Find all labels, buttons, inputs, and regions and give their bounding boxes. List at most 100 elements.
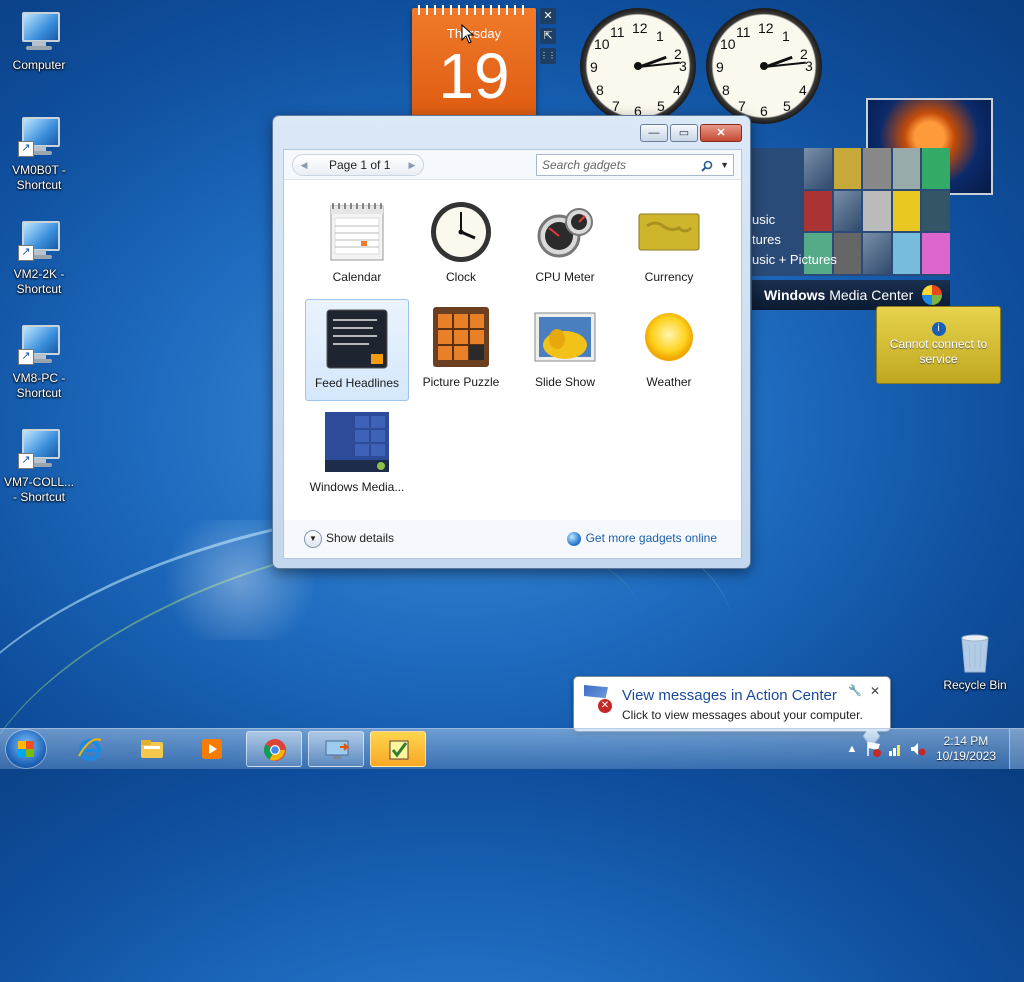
notification-text: Click to view messages about your comput… (622, 708, 863, 722)
gadget-currency[interactable]: Currency (617, 194, 721, 296)
brand-rest: Media Center (825, 287, 914, 303)
close-button[interactable]: ✕ (700, 124, 742, 142)
currency-error-text: Cannot connect to service (889, 337, 988, 366)
checklist-icon (389, 740, 409, 760)
gadget-label: Windows Media... (309, 480, 405, 494)
taskbar-internet-explorer[interactable] (62, 731, 118, 767)
search-icon[interactable] (701, 155, 713, 175)
media-menu-item[interactable]: tures (752, 230, 837, 250)
show-desktop-button[interactable] (1009, 729, 1024, 769)
gadget-close-button[interactable]: ✕ (540, 8, 556, 24)
gadget-label: CPU Meter (535, 270, 595, 284)
taskbar-remote-desktop[interactable] (308, 731, 364, 767)
clock-date: 10/19/2023 (935, 749, 996, 763)
media-menu-item[interactable]: usic (752, 210, 837, 230)
search-placeholder: Search gadgets (542, 158, 627, 172)
computer-icon (16, 10, 62, 54)
shortcut-computer-icon: ↗ (16, 115, 62, 159)
taskbar-chrome[interactable] (246, 731, 302, 767)
wrench-icon[interactable]: 🔧 (848, 684, 862, 697)
window-caption-buttons: — ▭ ✕ (640, 124, 742, 142)
desktop-icon-label: VM7-COLL... - Shortcut (3, 475, 75, 504)
desktop-icon-recycle-bin[interactable]: Recycle Bin (937, 630, 1013, 693)
show-details-button[interactable]: ▼ Show details (304, 529, 394, 548)
media-menu: usic tures usic + Pictures (752, 210, 837, 270)
gadget-cpu-meter[interactable]: CPU Meter (513, 194, 617, 296)
shortcut-computer-icon: ↗ (16, 323, 62, 367)
desktop-icon-label: VM2-2K - Shortcut (13, 267, 65, 296)
minimize-button[interactable]: — (640, 124, 668, 142)
gadget-label: Weather (646, 375, 692, 389)
media-center-icon (325, 410, 389, 474)
gadget-clock[interactable]: Clock (409, 194, 513, 296)
slide-show-icon (533, 305, 597, 369)
windows-logo-icon (18, 741, 34, 757)
clock-gadget[interactable]: 12 1 2 345 678 9 10 11 (706, 8, 822, 124)
gadget-label: Feed Headlines (314, 376, 400, 390)
gadget-label: Calendar (332, 270, 382, 284)
get-more-gadgets-link[interactable]: Get more gadgets online (566, 529, 717, 547)
currency-gadget[interactable]: i Cannot connect to service (876, 306, 1001, 384)
show-hidden-icons-icon[interactable]: ▲ (844, 741, 860, 757)
chrome-icon (264, 739, 286, 761)
chevron-down-icon: ▼ (304, 529, 322, 548)
gadget-calendar[interactable]: Calendar (305, 194, 409, 296)
media-menu-item[interactable]: usic + Pictures (752, 250, 837, 270)
desktop-icon-label: Recycle Bin (943, 678, 1007, 692)
gadget-drag-handle[interactable]: ⋮⋮ (540, 48, 556, 64)
gadget-feed-headlines[interactable]: Feed Headlines (305, 299, 409, 401)
gadget-controls: ✕ ⇱ ⋮⋮ (540, 8, 558, 68)
remote-desktop-icon (325, 740, 350, 759)
chevron-down-icon[interactable]: ▼ (720, 155, 729, 175)
gadget-weather[interactable]: Weather (617, 299, 721, 401)
show-details-label: Show details (326, 531, 395, 545)
gadget-windows-media-center[interactable]: Windows Media... (305, 404, 409, 506)
gadget-resize-button[interactable]: ⇱ (540, 28, 556, 44)
desktop-icon-vm8-pc[interactable]: ↗ VM8-PC - Shortcut (1, 323, 77, 401)
desktop-icon-vm7-coll[interactable]: ↗ VM7-COLL... - Shortcut (1, 427, 77, 505)
desktop-icon-label: Computer (12, 58, 66, 72)
currency-icon (637, 200, 701, 264)
cpu-meter-icon (533, 200, 597, 264)
notification-close-button[interactable]: ✕ (870, 684, 880, 698)
folder-icon (141, 740, 163, 758)
desktop-icon-vm0b0t[interactable]: ↗ VM0B0T - Shortcut (1, 115, 77, 193)
taskbar-windows-explorer[interactable] (124, 731, 180, 767)
shortcut-computer-icon: ↗ (16, 427, 62, 471)
desktop-icon-label: VM8-PC - Shortcut (12, 371, 66, 400)
gadget-picture-puzzle[interactable]: Picture Puzzle (409, 299, 513, 401)
search-gadgets-input[interactable]: Search gadgets ▼ (536, 154, 734, 176)
desktop-icon-vm2-2k[interactable]: ↗ VM2-2K - Shortcut (1, 219, 77, 297)
weather-sun-icon (637, 305, 701, 369)
calendar-day-number: 19 (438, 40, 510, 112)
brand-bold: Windows (764, 287, 826, 303)
taskbar-checklist-app[interactable] (370, 731, 426, 767)
clock-icon (429, 200, 493, 264)
shortcut-computer-icon: ↗ (16, 219, 62, 263)
gadget-slide-show[interactable]: Slide Show (513, 299, 617, 401)
feed-headlines-icon (325, 306, 389, 370)
prev-page-icon[interactable]: ◀ (296, 157, 312, 173)
taskbar-media-player[interactable] (184, 731, 240, 767)
system-clock[interactable]: 2:14 PM 10/19/2023 (936, 734, 996, 764)
globe-icon (566, 531, 581, 546)
network-icon[interactable] (888, 741, 904, 757)
action-center-tray-icon[interactable] (866, 741, 882, 757)
clock-time: 2:14 PM (943, 734, 989, 748)
next-page-icon[interactable]: ▶ (404, 157, 420, 173)
calendar-rings (418, 5, 530, 15)
error-icon: ✕ (598, 699, 612, 713)
notification-title: View messages in Action Center (622, 687, 837, 704)
info-icon: i (931, 322, 946, 336)
gadgets-toolbar: ◀ Page 1 of 1 ▶ Search gadgets ▼ (283, 149, 742, 180)
clock-gadget[interactable]: 12 1 2 345 678 9 10 11 (580, 8, 696, 124)
maximize-button[interactable]: ▭ (670, 124, 698, 142)
action-center-notification[interactable]: ✕ View messages in Action Center Click t… (573, 676, 891, 749)
media-center-gadget[interactable]: usic tures usic + Pictures (752, 148, 950, 276)
desktop-icon-computer[interactable]: Computer (1, 10, 77, 73)
volume-muted-icon[interactable] (910, 741, 926, 757)
taskbar: ▲ 2:14 PM 10/19/2023 (0, 728, 1024, 769)
mouse-cursor-icon (461, 24, 475, 44)
picture-puzzle-icon (429, 305, 493, 369)
start-button[interactable] (6, 730, 46, 768)
